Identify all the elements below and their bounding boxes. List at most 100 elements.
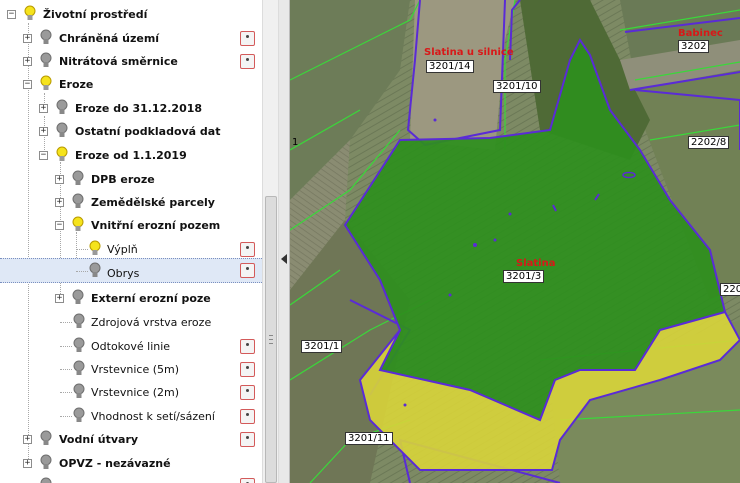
layer-visible-bulb-icon[interactable] [24,5,36,23]
scrollbar-thumb[interactable] [265,196,277,483]
layer-hidden-bulb-icon[interactable] [40,430,52,448]
tree-label: Vodní útvary [59,433,139,446]
layer-info-button[interactable] [240,54,255,69]
tree-label: Zdrojová vrstva eroze [91,316,212,329]
tree-label: Chráněná území [59,32,160,45]
tree-label: Externí erozní poze [91,292,211,305]
tree-row-vhodnost-k-seti[interactable]: Vhodnost k setí/sázení [0,405,262,428]
tree-row-eroze-do-2018[interactable]: + Eroze do 31.12.2018 [0,97,262,120]
layer-info-button[interactable] [240,31,255,46]
layer-hidden-bulb-icon[interactable] [89,262,101,280]
layer-hidden-bulb-icon[interactable] [73,407,85,425]
layer-visible-bulb-icon[interactable] [40,75,52,93]
layer-info-button[interactable] [240,432,255,447]
layer-hidden-bulb-icon[interactable] [72,170,84,188]
tree-row-zemedelske-parcely[interactable]: + Zemědělské parcely [0,191,262,214]
tree-row-dpb-eroze[interactable]: + DPB eroze [0,168,262,191]
collapse-toggle[interactable]: − [7,10,16,19]
layer-info-button[interactable] [240,242,255,257]
tree-label: Vnitřní erozní pozem [91,219,221,232]
tree-row-odtokove-linie[interactable]: Odtokové linie [0,335,262,358]
layer-hidden-bulb-icon[interactable] [40,29,52,47]
map-view[interactable]: 3201/14 3201/10 3202 2202/8 3201/3 3201/… [290,0,740,483]
panel-splitter[interactable] [279,0,290,483]
parcel-label: 3201/10 [493,80,541,93]
parcel-label: 3201/1 [301,340,343,353]
layer-info-button[interactable] [240,263,255,278]
tree-label: DPB eroze [91,173,155,186]
parcel-label: 1 [292,137,299,148]
layer-hidden-bulb-icon[interactable] [40,454,52,472]
expand-toggle[interactable]: + [55,198,64,207]
layer-visible-bulb-icon[interactable] [89,240,101,258]
tree-row-chranena-uzemi[interactable]: + Chráněná území [0,27,262,50]
tree-label: Odtokové linie [91,340,171,353]
tree-connector [76,271,88,272]
layer-info-button[interactable] [240,362,255,377]
tree-row-zdrojova-vrstva-eroze[interactable]: Zdrojová vrstva eroze [0,311,262,334]
layer-hidden-bulb-icon[interactable] [73,383,85,401]
expand-toggle[interactable]: + [23,435,32,444]
expand-toggle[interactable]: + [55,294,64,303]
tree-label: Nitrátová směrnice [59,55,178,68]
tree-label: Vrstevnice (5m) [91,363,180,376]
tree-row-ostatni-podkladova-data[interactable]: + Ostatní podkladová dat [0,120,262,143]
locality-label: Slatina [516,258,556,269]
expand-toggle[interactable]: + [23,34,32,43]
parcel-label: 220 [720,283,740,296]
layer-hidden-bulb-icon[interactable] [40,52,52,70]
layer-hidden-bulb-icon[interactable] [73,360,85,378]
layer-info-button[interactable] [240,385,255,400]
tree-row-eroze[interactable]: − Eroze [0,73,262,96]
expand-toggle[interactable]: + [23,459,32,468]
tree-scrollbar[interactable] [262,0,279,483]
tree-row-vodni-utvary[interactable]: + Vodní útvary [0,428,262,451]
tree-label: Vrstevnice (2m) [91,386,180,399]
layer-info-button[interactable] [240,409,255,424]
tree-row-nitratova-smernice[interactable]: + Nitrátová směrnice [0,50,262,73]
parcel-label: 2202/8 [688,136,730,149]
layer-hidden-bulb-icon[interactable] [56,99,68,117]
expand-toggle[interactable]: + [23,57,32,66]
tree-label: Zemědělské parcely [91,196,215,209]
expand-toggle[interactable]: + [39,104,48,113]
layer-hidden-bulb-icon[interactable] [73,337,85,355]
tree-label: Ostatní podkladová dat [75,125,221,138]
tree-row-eroze-od-2019[interactable]: − Eroze od 1.1.2019 [0,144,262,167]
tree-row-vrstevnice-2m[interactable]: Vrstevnice (2m) [0,381,262,404]
layer-visible-bulb-icon[interactable] [56,146,68,164]
layer-tree-panel: − Životní prostředí + Chráněná území + N… [0,0,262,483]
tree-label: Eroze do 31.12.2018 [75,102,203,115]
tree-row-opvz-nezavazne[interactable]: + OPVZ - nezávazné [0,452,262,475]
tree-label: Eroze [59,78,94,91]
tree-row-externi-erozni-poze[interactable]: + Externí erozní poze [0,287,262,310]
layer-info-button[interactable] [240,478,255,483]
layer-hidden-bulb-icon[interactable] [40,477,52,483]
locality-label: Slatina u silnice [424,47,514,58]
tree-row-partial[interactable] [0,475,262,483]
layer-hidden-bulb-icon[interactable] [73,313,85,331]
layer-visible-bulb-icon[interactable] [72,216,84,234]
collapse-toggle[interactable]: − [55,221,64,230]
tree-label: Eroze od 1.1.2019 [75,149,187,162]
layer-hidden-bulb-icon[interactable] [72,289,84,307]
collapse-panel-arrow-icon[interactable] [281,254,287,264]
expand-toggle[interactable]: + [39,127,48,136]
tree-label: Obrys [107,267,140,280]
tree-row-vnitrni-erozni-pozem[interactable]: − Vnitřní erozní pozem [0,214,262,237]
layer-hidden-bulb-icon[interactable] [56,122,68,140]
locality-label: Babinec [678,28,723,39]
expand-toggle[interactable]: + [55,175,64,184]
tree-connector [60,392,72,393]
layer-hidden-bulb-icon[interactable] [72,193,84,211]
tree-row-vrstevnice-5m[interactable]: Vrstevnice (5m) [0,358,262,381]
tree-row-zivotni-prostredi[interactable]: − Životní prostředí [0,3,262,26]
layer-info-button[interactable] [240,339,255,354]
collapse-toggle[interactable]: − [39,151,48,160]
tree-connector [60,346,72,347]
tree-connector [60,416,72,417]
tree-row-obrys[interactable]: Obrys [0,258,262,283]
map-canvas[interactable] [290,0,740,483]
collapse-toggle[interactable]: − [23,80,32,89]
parcel-label: 3201/11 [345,432,393,445]
